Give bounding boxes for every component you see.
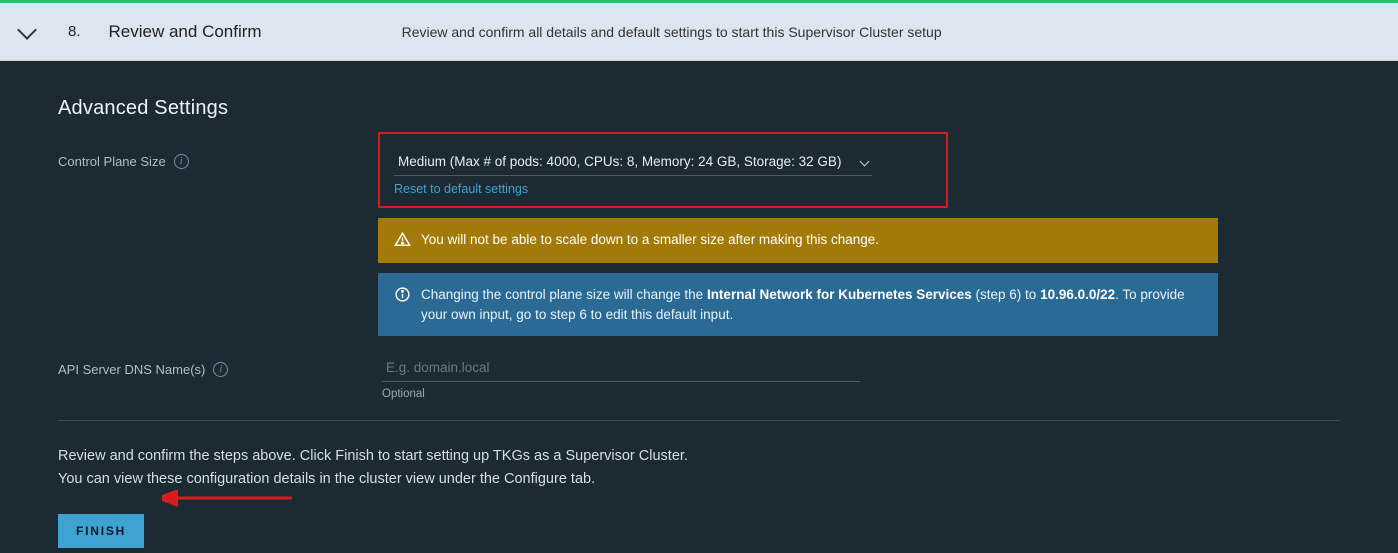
step-number: 8. xyxy=(68,23,81,40)
warning-icon xyxy=(394,230,411,251)
info-icon[interactable]: i xyxy=(213,362,228,377)
api-server-dns-input[interactable] xyxy=(382,354,860,382)
reset-default-link[interactable]: Reset to default settings xyxy=(394,182,932,196)
info-text: Changing the control plane size will cha… xyxy=(421,285,1202,324)
info-icon xyxy=(394,285,411,306)
dns-hint: Optional xyxy=(382,388,860,400)
control-plane-label: Control Plane Size xyxy=(58,154,166,169)
control-plane-size-dropdown[interactable]: Medium (Max # of pods: 4000, CPUs: 8, Me… xyxy=(394,148,872,176)
step-title: Review and Confirm xyxy=(109,22,262,42)
warning-text: You will not be able to scale down to a … xyxy=(421,230,879,250)
finish-button[interactable]: FINISH xyxy=(58,514,144,548)
chevron-down-icon xyxy=(860,157,870,167)
dns-row: API Server DNS Name(s) i Optional xyxy=(58,354,1340,400)
control-plane-row: Control Plane Size i Medium (Max # of po… xyxy=(58,146,1340,336)
info-banner: Changing the control plane size will cha… xyxy=(378,273,1218,336)
footer-text: Review and confirm the steps above. Clic… xyxy=(58,445,1340,490)
dns-label: API Server DNS Name(s) xyxy=(58,362,205,377)
info-icon[interactable]: i xyxy=(174,154,189,169)
chevron-down-icon xyxy=(17,20,37,40)
dropdown-value: Medium (Max # of pods: 4000, CPUs: 8, Me… xyxy=(398,154,841,169)
warning-banner: You will not be able to scale down to a … xyxy=(378,218,1218,263)
divider xyxy=(58,420,1340,421)
step-desc: Review and confirm all details and defau… xyxy=(402,24,942,40)
highlight-box: Medium (Max # of pods: 4000, CPUs: 8, Me… xyxy=(378,132,948,208)
step-header[interactable]: 8. Review and Confirm Review and confirm… xyxy=(0,3,1398,61)
section-title: Advanced Settings xyxy=(58,97,1340,120)
